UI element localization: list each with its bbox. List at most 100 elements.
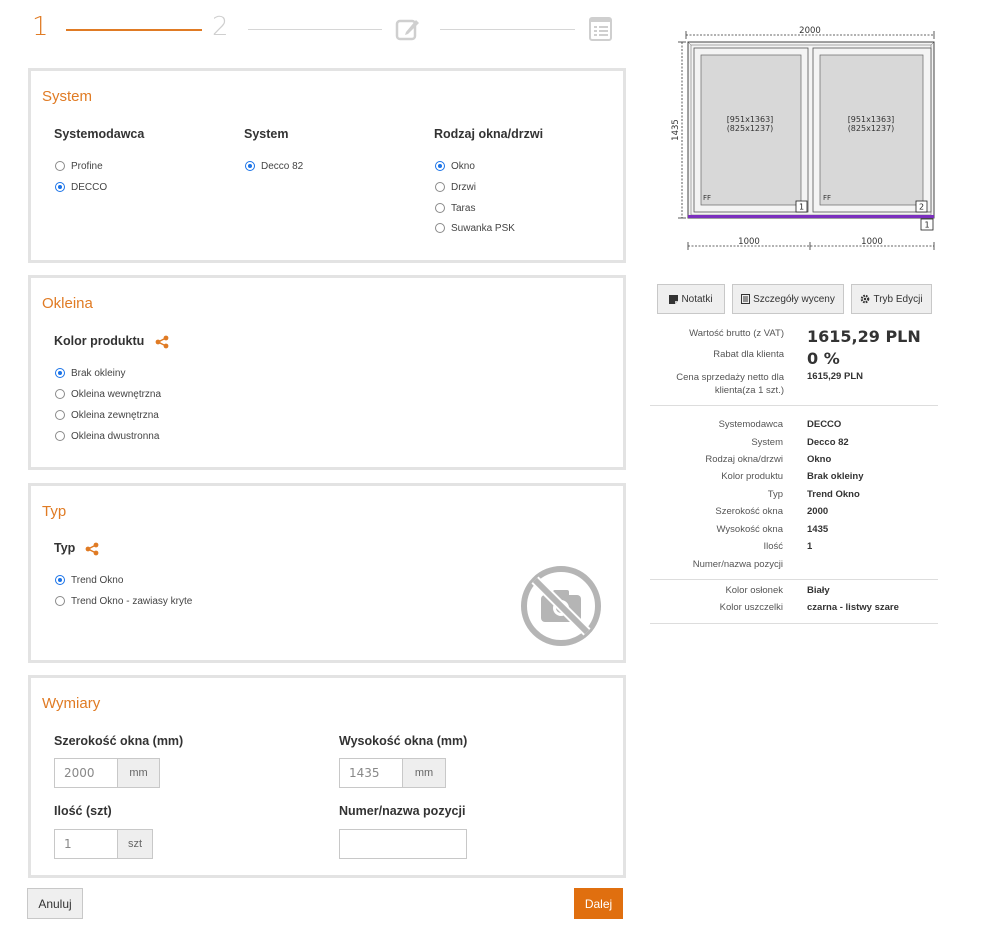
summary-value: 1 xyxy=(807,541,813,552)
radio-button[interactable] xyxy=(55,161,65,171)
radio-button[interactable] xyxy=(55,596,65,606)
radio-button[interactable] xyxy=(435,223,445,233)
no-image-icon xyxy=(521,566,601,646)
summary-label: Numer/nazwa pozycji xyxy=(692,559,783,570)
next-button[interactable]: Dalej xyxy=(574,888,623,919)
radio-trend-okno[interactable]: Trend Okno xyxy=(55,573,123,587)
svg-text:1000: 1000 xyxy=(738,237,760,247)
radio-button[interactable] xyxy=(55,431,65,441)
step-1[interactable]: 1 xyxy=(32,12,49,42)
svg-text:1: 1 xyxy=(799,203,804,212)
summary-row: Systemodawca DECCO xyxy=(650,419,940,437)
discount-label: Rabat dla klienta xyxy=(713,349,784,360)
summary-row: System Decco 82 xyxy=(650,437,940,455)
panel-title: Okleina xyxy=(42,295,93,312)
radio-button[interactable] xyxy=(55,575,65,585)
panel-title: System xyxy=(42,88,93,105)
summary-label: Kolor uszczelki xyxy=(719,602,783,613)
net-label: Cena sprzedaży netto dla klienta(za 1 sz… xyxy=(676,372,784,396)
cancel-button[interactable]: Anuluj xyxy=(27,888,83,919)
radio-button[interactable] xyxy=(55,410,65,420)
svg-text:[951x1363]: [951x1363] xyxy=(727,115,774,124)
summary-row: Typ Trend Okno xyxy=(650,489,940,507)
szerokosc-input[interactable]: 2000 xyxy=(54,758,118,788)
system-label: System xyxy=(244,127,289,141)
summary-value: czarna - listwy szare xyxy=(807,602,899,613)
radio-button[interactable] xyxy=(435,203,445,213)
summary-value: Decco 82 xyxy=(807,437,849,448)
discount-value: 0 % xyxy=(807,349,840,368)
svg-text:(825x1237): (825x1237) xyxy=(848,124,895,133)
summary-label: Rodzaj okna/drzwi xyxy=(705,454,783,465)
radio-button[interactable] xyxy=(55,389,65,399)
radio-okleina-wewnetrzna[interactable]: Okleina wewnętrzna xyxy=(55,387,161,401)
radio-decco-82[interactable]: Decco 82 xyxy=(245,159,303,173)
ilosc-input[interactable]: 1 xyxy=(54,829,118,859)
share-icon[interactable] xyxy=(85,542,99,556)
step-line-3 xyxy=(440,29,575,30)
step-line-1 xyxy=(66,29,202,31)
list-icon xyxy=(741,294,751,304)
radio-button[interactable] xyxy=(245,161,255,171)
radio-button[interactable] xyxy=(55,182,65,192)
radio-okleina-dwustronna[interactable]: Okleina dwustronna xyxy=(55,429,159,443)
summary-label: System xyxy=(751,437,783,448)
numer-field xyxy=(339,829,467,859)
szt-addon: szt xyxy=(118,829,153,859)
mm-addon: mm xyxy=(118,758,160,788)
okleina-panel: Okleina Kolor produktu Brak okleiny Okle… xyxy=(28,275,626,470)
svg-text:[951x1363]: [951x1363] xyxy=(848,115,895,124)
panel-title: Typ xyxy=(42,503,67,520)
radio-button[interactable] xyxy=(435,182,445,192)
rodzaj-label: Rodzaj okna/drzwi xyxy=(434,127,544,141)
svg-text:2: 2 xyxy=(919,203,924,212)
step-2[interactable]: 2 xyxy=(212,12,229,42)
numer-label: Numer/nazwa pozycji xyxy=(339,804,466,818)
radio-brak-okleiny[interactable]: Brak okleiny xyxy=(55,366,125,380)
summary-label: Szerokość okna xyxy=(715,506,783,517)
gear-icon xyxy=(861,294,870,304)
radio-okleina-zewnetrzna[interactable]: Okleina zewnętrzna xyxy=(55,408,159,422)
summary-row: Wysokość okna 1435 xyxy=(650,524,940,542)
summary-value: 1435 xyxy=(807,524,829,535)
divider xyxy=(650,405,938,406)
mm-addon: mm xyxy=(403,758,446,788)
details-button[interactable]: Szczegóły wyceny xyxy=(732,284,844,314)
summary-value: DECCO xyxy=(807,419,842,430)
summary-label: Typ xyxy=(767,489,783,500)
radio-button[interactable] xyxy=(55,368,65,378)
summary-row: Kolor osłonek Biały xyxy=(650,585,940,603)
wymiary-panel: Wymiary Szerokość okna (mm) 2000 mm Wyso… xyxy=(28,675,626,878)
net-value: 1615,29 PLN xyxy=(807,371,863,382)
szerokosc-label: Szerokość okna (mm) xyxy=(54,734,184,748)
edit-mode-button[interactable]: Tryb Edycji xyxy=(851,284,932,314)
list-step-icon[interactable] xyxy=(588,15,614,43)
window-sill xyxy=(688,215,934,218)
system-panel: System Systemodawca Profine DECCO System… xyxy=(28,68,626,263)
kolor-produktu-label: Kolor produktu xyxy=(54,334,145,348)
radio-profine[interactable]: Profine xyxy=(55,159,103,173)
numer-input[interactable] xyxy=(339,829,467,859)
summary-label: Wysokość okna xyxy=(716,524,783,535)
radio-suwanka-psk[interactable]: Suwanka PSK xyxy=(435,221,515,235)
summary-label: Kolor osłonek xyxy=(725,585,783,596)
summary-row: Numer/nazwa pozycji xyxy=(650,559,940,577)
summary-value: Biały xyxy=(807,585,830,596)
radio-decco[interactable]: DECCO xyxy=(55,180,107,194)
radio-taras[interactable]: Taras xyxy=(435,201,475,215)
summary-value: Brak okleiny xyxy=(807,471,864,482)
gross-value: 1615,29 PLN xyxy=(807,327,921,346)
summary-label: Systemodawca xyxy=(718,419,783,430)
notes-button[interactable]: Notatki xyxy=(657,284,725,314)
radio-okno[interactable]: Okno xyxy=(435,159,475,173)
wysokosc-input[interactable]: 1435 xyxy=(339,758,403,788)
share-icon[interactable] xyxy=(155,335,169,349)
radio-drzwi[interactable]: Drzwi xyxy=(435,180,476,194)
gross-label: Wartość brutto (z VAT) xyxy=(689,328,784,339)
wysokosc-label: Wysokość okna (mm) xyxy=(339,734,468,748)
radio-trend-okno-zawiasy[interactable]: Trend Okno - zawiasy kryte xyxy=(55,594,192,608)
edit-step-icon[interactable] xyxy=(394,15,422,43)
summary-row: Rodzaj okna/drzwi Okno xyxy=(650,454,940,472)
radio-button[interactable] xyxy=(435,161,445,171)
window-preview: 2000 1435 [951x1363] (825x1237) FF 1 [95… xyxy=(671,26,935,250)
